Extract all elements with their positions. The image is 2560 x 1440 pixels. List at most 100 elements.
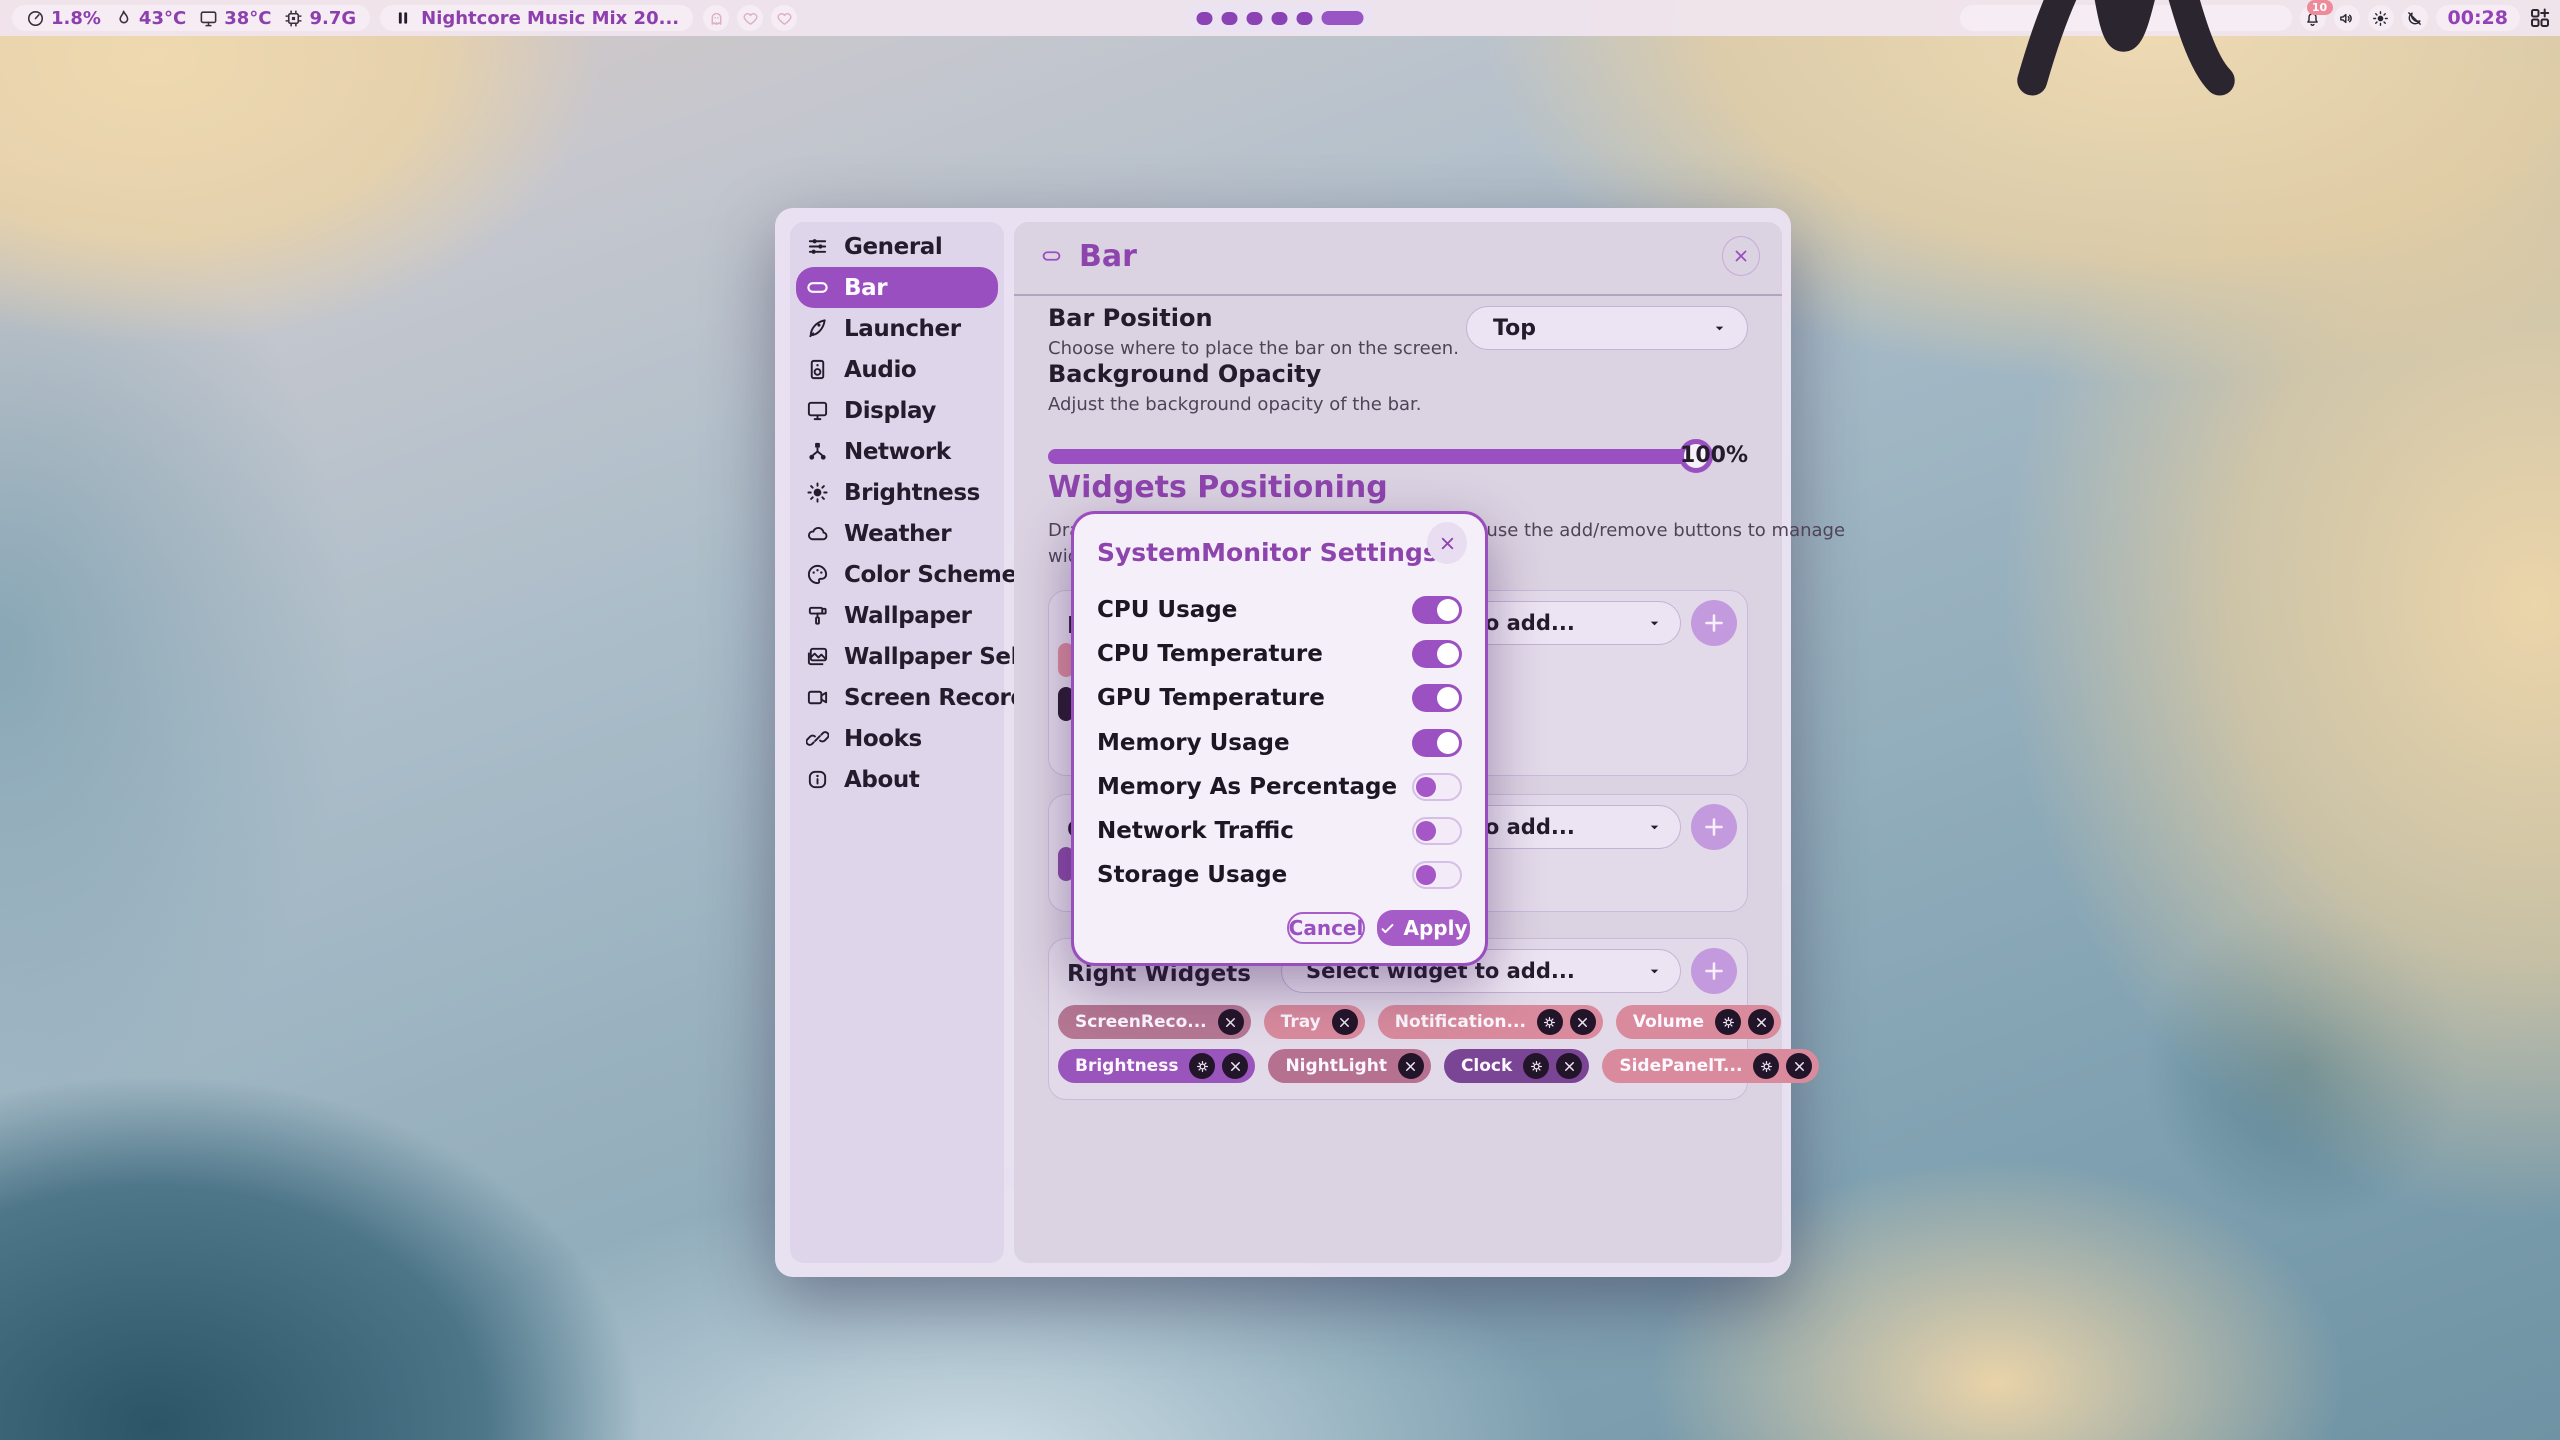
sidebar-item-hooks[interactable]: Hooks (796, 718, 998, 759)
gear-icon (1529, 1059, 1544, 1074)
sidebar-item-screen-recorder[interactable]: Screen Recorder (796, 677, 998, 718)
network-icon (806, 440, 829, 463)
chip-remove-button[interactable] (1556, 1053, 1582, 1079)
favorite-button[interactable] (737, 5, 763, 31)
background-opacity-slider[interactable]: 100% (1048, 438, 1748, 474)
sidebar-item-display[interactable]: Display (796, 390, 998, 431)
clock[interactable]: 00:28 (2436, 5, 2520, 31)
workspace-dot[interactable] (1197, 12, 1213, 25)
panel-close-button[interactable] (1722, 236, 1760, 276)
chevron-down-icon (1647, 964, 1662, 979)
grid-plus-icon[interactable] (2528, 6, 2552, 30)
chip-settings-button[interactable] (1523, 1053, 1549, 1079)
widget-chip-notification[interactable]: Notification... (1378, 1005, 1603, 1039)
workspace-indicator[interactable] (1187, 4, 1374, 32)
toggle-cpu-usage[interactable] (1412, 596, 1462, 624)
pause-icon (394, 9, 412, 27)
sidebar-item-launcher[interactable]: Launcher (796, 308, 998, 349)
toggle-label: GPU Temperature (1097, 685, 1325, 711)
apply-button[interactable]: Apply (1377, 910, 1470, 946)
chip-remove-button[interactable] (1748, 1009, 1774, 1035)
sidebar-item-wallpaper[interactable]: Wallpaper (796, 595, 998, 636)
toggle-row: Storage Usage (1097, 853, 1462, 897)
workspace-dot[interactable] (1222, 12, 1238, 25)
widget-chip-brightness[interactable]: Brightness (1058, 1049, 1255, 1083)
sidebar-item-color-scheme[interactable]: Color Scheme (796, 554, 998, 595)
chip-settings-button[interactable] (1189, 1053, 1215, 1079)
paint-roller-icon (806, 604, 829, 627)
sidebar-item-label: Display (844, 398, 936, 424)
volume[interactable] (2334, 5, 2360, 31)
toggle-network-traffic[interactable] (1412, 817, 1462, 845)
bar-icon (806, 276, 829, 299)
sidebar-item-wallpaper-selector[interactable]: Wallpaper Selector (796, 636, 998, 677)
workspace-dot[interactable] (1297, 12, 1313, 25)
add-widget-button[interactable] (1691, 804, 1737, 850)
chip-remove-button[interactable] (1398, 1053, 1424, 1079)
workspace-dot[interactable] (1272, 12, 1288, 25)
layout-indicator[interactable] (1960, 5, 2292, 31)
media-art-button[interactable] (703, 5, 729, 31)
sidebar-item-audio[interactable]: Audio (796, 349, 998, 390)
add-widget-button[interactable] (1691, 600, 1737, 646)
chip-remove-button[interactable] (1570, 1009, 1596, 1035)
chip-remove-button[interactable] (1332, 1009, 1358, 1035)
sidebar-item-label: General (844, 234, 942, 260)
toggle-knob (1416, 777, 1436, 797)
toggle-row: Memory As Percentage (1097, 765, 1462, 809)
toggle-label: Memory As Percentage (1097, 774, 1397, 800)
chip-settings-button[interactable] (1753, 1053, 1779, 1079)
sidebar-item-general[interactable]: General (796, 226, 998, 267)
widget-chip-tray[interactable]: Tray (1264, 1005, 1365, 1039)
workspace-dot[interactable] (1247, 12, 1263, 25)
chevron-down-icon (1647, 820, 1662, 835)
toggle-memory-usage[interactable] (1412, 729, 1462, 757)
modal-close-button[interactable] (1427, 522, 1467, 564)
sidebar-item-about[interactable]: About (796, 759, 998, 800)
bar-position-dropdown[interactable]: Top (1466, 306, 1748, 350)
sidebar-item-network[interactable]: Network (796, 431, 998, 472)
bar-position-value: Top (1493, 316, 1536, 341)
widget-chip-volume[interactable]: Volume (1616, 1005, 1781, 1039)
media-pill[interactable]: Nightcore Music Mix 20... (380, 5, 693, 31)
background-opacity-desc: Adjust the background opacity of the bar… (1048, 394, 1748, 415)
chip-remove-button[interactable] (1786, 1053, 1812, 1079)
sidebar-item-brightness[interactable]: Brightness (796, 472, 998, 513)
toggle-cpu-temperature[interactable] (1412, 640, 1462, 668)
chevron-down-icon (1712, 321, 1727, 336)
sidebar-item-weather[interactable]: Weather (796, 513, 998, 554)
workspace-active-pill[interactable] (1322, 11, 1364, 25)
chip-label: Clock (1461, 1056, 1516, 1076)
add-widget-button[interactable] (1691, 948, 1737, 994)
slider-track[interactable] (1048, 449, 1693, 464)
toggle-gpu-temperature[interactable] (1412, 684, 1462, 712)
cancel-button[interactable]: Cancel (1287, 912, 1365, 944)
widget-chip-clock[interactable]: Clock (1444, 1049, 1589, 1083)
gpu-temp-value: 38°C (224, 8, 271, 29)
widget-chip-sidepanelt[interactable]: SidePanelT... (1602, 1049, 1819, 1083)
chip-row: Brightness NightLight Clock SidePanelT..… (1058, 1049, 1819, 1083)
chip-remove-button[interactable] (1218, 1009, 1244, 1035)
chip-settings-button[interactable] (1715, 1009, 1741, 1035)
close-icon (1575, 1015, 1590, 1030)
brightness[interactable] (2368, 5, 2394, 31)
sidebar-item-label: Launcher (844, 316, 961, 342)
sidebar-item-bar[interactable]: Bar (796, 267, 998, 308)
settings-sidebar: General Bar Launcher Audio Display Netwo… (790, 222, 1004, 1263)
gauge-icon (26, 9, 45, 28)
widget-chip-nightlight[interactable]: NightLight (1268, 1049, 1431, 1083)
chip-settings-button[interactable] (1537, 1009, 1563, 1035)
chip-remove-button[interactable] (1222, 1053, 1248, 1079)
toggle-storage-usage[interactable] (1412, 861, 1462, 889)
night-light[interactable] (2402, 5, 2428, 31)
widget-chip-screenreco[interactable]: ScreenReco... (1058, 1005, 1251, 1039)
chip-label: Volume (1633, 1012, 1708, 1032)
close-icon (1223, 1015, 1238, 1030)
like-button[interactable] (771, 5, 797, 31)
notifications[interactable]: 10 (2300, 5, 2326, 31)
close-icon (1438, 534, 1457, 553)
chip-label: NightLight (1285, 1056, 1391, 1076)
toggle-memory-as-percentage[interactable] (1412, 773, 1462, 801)
media-title: Nightcore Music Mix 20... (421, 8, 679, 29)
gpu-temp-stat: 38°C (199, 8, 271, 29)
